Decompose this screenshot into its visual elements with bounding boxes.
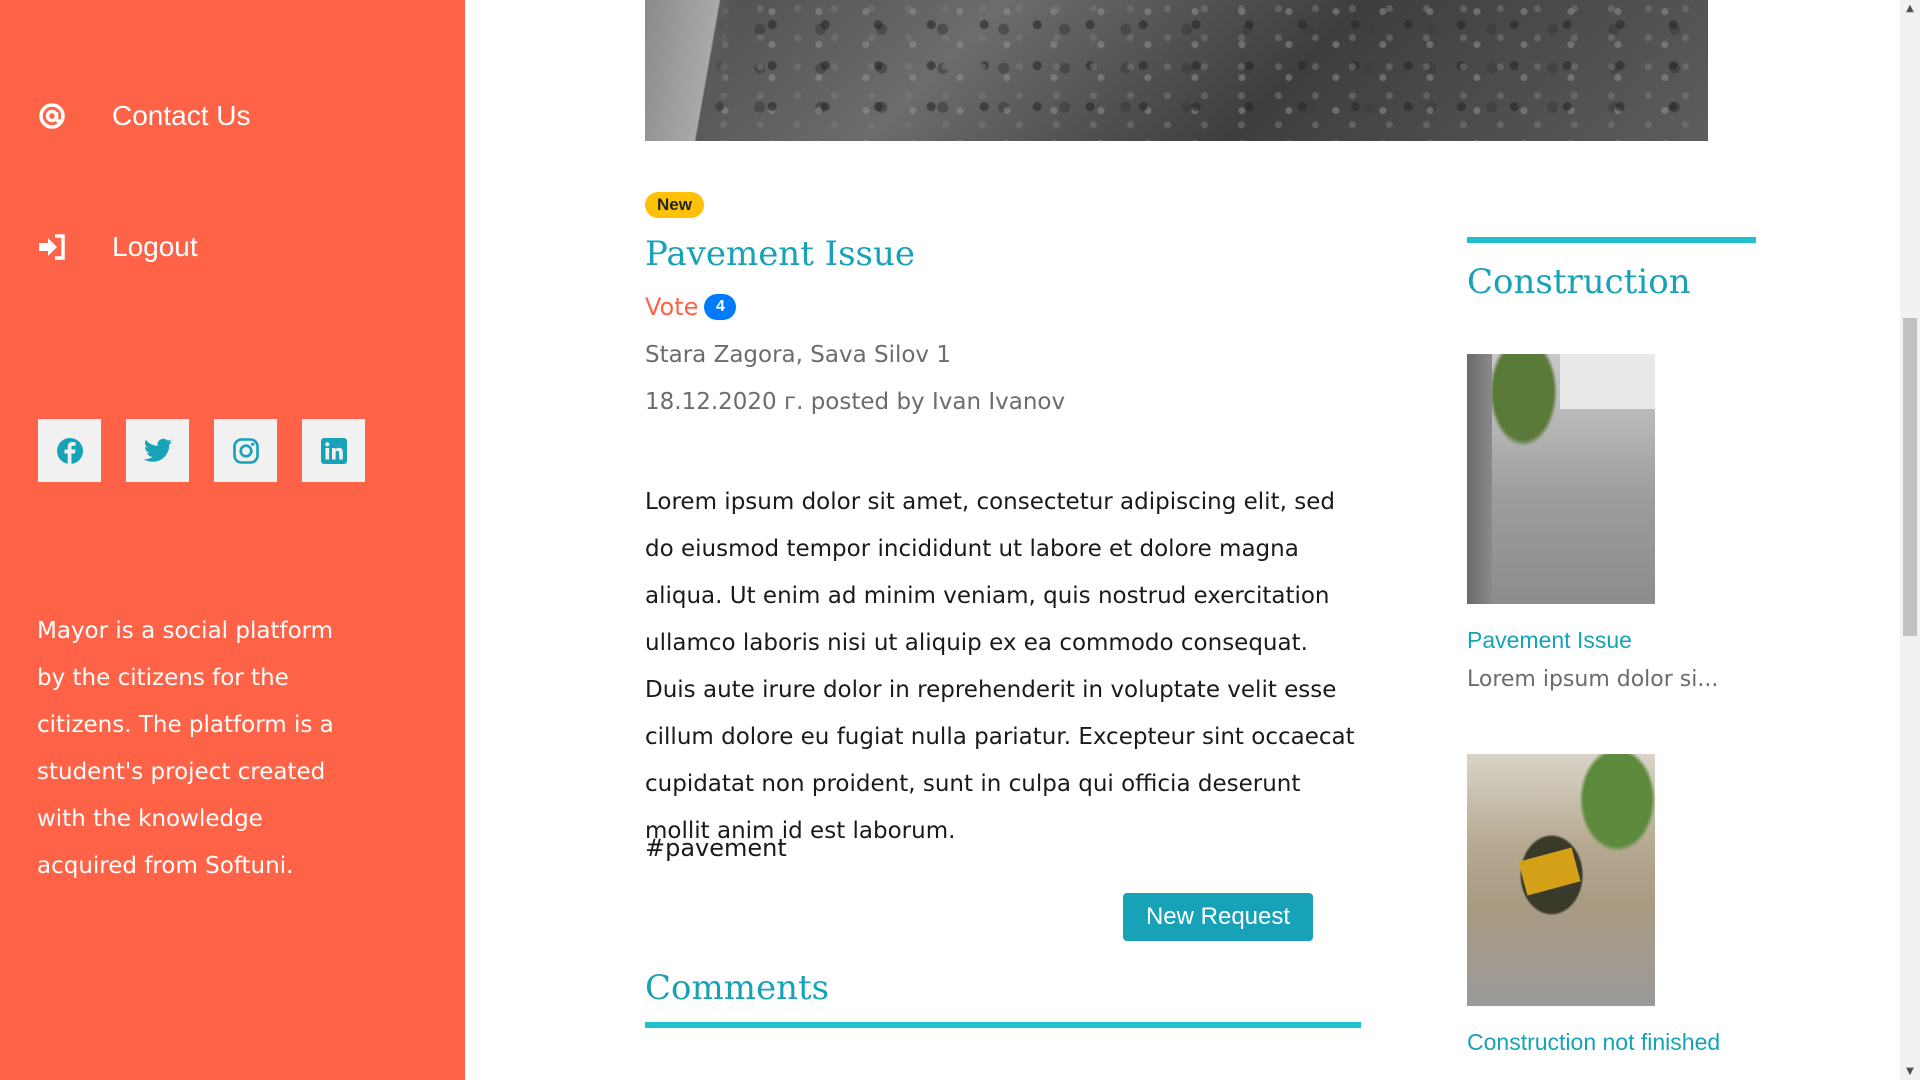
widget-title: Construction xyxy=(1467,262,1691,302)
post-hero-image xyxy=(645,0,1708,141)
scroll-up-icon[interactable]: ▲ xyxy=(1900,0,1920,17)
card-thumbnail[interactable] xyxy=(1467,754,1655,1006)
linkedin-button[interactable] xyxy=(302,419,365,482)
twitter-button[interactable] xyxy=(126,419,189,482)
nav-logout[interactable]: Logout xyxy=(36,231,198,263)
comments-divider xyxy=(645,1022,1361,1028)
nav-logout-label: Logout xyxy=(112,231,198,262)
scrollbar-thumb[interactable] xyxy=(1903,318,1917,636)
card-excerpt: Lorem ipsum dolor si... xyxy=(1467,667,1719,692)
new-request-button[interactable]: New Request xyxy=(1123,893,1313,941)
card-title[interactable]: Construction not finished xyxy=(1467,1029,1720,1056)
post-body: Lorem ipsum dolor sit amet, consectetur … xyxy=(645,489,1355,844)
nav-contact-us-label: Contact Us xyxy=(112,100,251,131)
scroll-down-icon[interactable]: ▼ xyxy=(1900,1063,1920,1080)
widget-divider xyxy=(1467,237,1756,243)
instagram-button[interactable] xyxy=(214,419,277,482)
sidebar: Contact Us Logout Mayor is a social plat… xyxy=(0,0,465,1080)
status-badge: New xyxy=(645,192,704,218)
instagram-icon xyxy=(232,437,259,464)
page-scrollbar[interactable]: ▲ ▼ xyxy=(1900,0,1920,1080)
about-text: Mayor is a social platform by the citize… xyxy=(37,618,334,879)
post-title: Pavement Issue xyxy=(645,234,916,274)
nav-contact-us[interactable]: Contact Us xyxy=(36,100,251,132)
social-links xyxy=(38,419,365,482)
post-location: Stara Zagora, Sava Silov 1 xyxy=(645,342,951,368)
at-sign-icon xyxy=(36,100,68,132)
post-hashtag[interactable]: #pavement xyxy=(645,834,787,862)
comments-heading: Comments xyxy=(645,968,830,1008)
post-date-author: 18.12.2020 г. posted by Ivan Ivanov xyxy=(645,389,1066,415)
facebook-icon xyxy=(56,437,83,464)
linkedin-icon xyxy=(320,437,347,464)
vote-label: Vote xyxy=(645,293,699,321)
card-thumbnail[interactable] xyxy=(1467,354,1655,604)
card-title[interactable]: Pavement Issue xyxy=(1467,627,1632,654)
vote-button[interactable]: Vote 4 xyxy=(645,293,737,321)
sign-in-arrow-icon xyxy=(36,231,68,263)
vote-count-badge: 4 xyxy=(704,294,737,320)
facebook-button[interactable] xyxy=(38,419,101,482)
twitter-icon xyxy=(143,438,172,462)
